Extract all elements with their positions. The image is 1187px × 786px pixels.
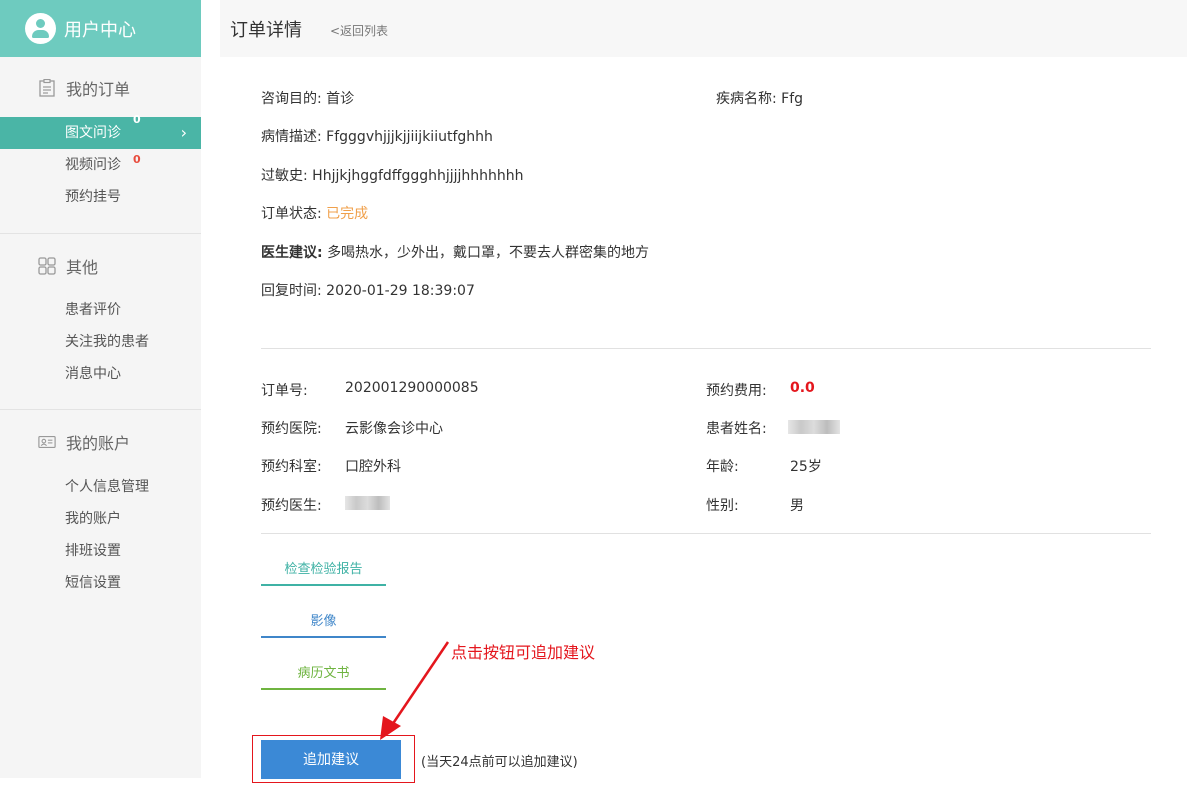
sidebar-item-messages[interactable]: 消息中心 [0,358,201,390]
group-my-orders[interactable]: 我的订单 [38,76,130,100]
field-label: 咨询目的: [261,91,322,107]
sidebar-item-following-patients[interactable]: 关注我的患者 [0,326,201,358]
sidebar-item-account[interactable]: 我的账户 [0,503,201,535]
sidebar-item-text-consult[interactable]: 图文问诊 0 › [0,113,201,149]
sidebar-item-profile[interactable]: 个人信息管理 [0,471,201,503]
id-card-icon [38,436,56,448]
sidebar-item-label: 我的账户 [65,511,121,527]
sidebar-item-video-consult[interactable]: 视频问诊 0 [0,149,201,181]
sidebar-item-label: 短信设置 [65,575,121,591]
field-label: 订单号: [261,383,308,399]
group-title-label: 我的订单 [66,80,131,99]
order-number-label: 订单号: [261,380,308,400]
add-advice-hint: (当天24点前可以追加建议) [421,755,578,770]
add-advice-button[interactable]: 追加建议 [261,740,401,779]
page-header: 订单详情 <返回列表 [220,0,1187,57]
fee-label: 预约费用: [706,383,767,399]
chevron-right-icon: › [180,123,187,142]
gender-value: 男 [790,498,804,514]
age-label: 年龄: [706,459,739,475]
status-badge: 已完成 [326,206,369,222]
tab-imaging[interactable]: 影像 [261,610,386,638]
sidebar-item-label: 关注我的患者 [65,334,149,350]
sidebar-header: 用户中心 [0,0,201,57]
field-label: 过敏史: [261,168,308,184]
disease-name: 疾病名称: Ffg [716,88,803,108]
department-label: 预约科室: [261,459,322,475]
field-label: 病情描述: [261,129,322,145]
field-value: Hhjjkjhggfdffggghhjjjjhhhhhhh [312,168,524,184]
fee-value: 0.0 [790,380,815,396]
field-value: Ffg [781,91,804,107]
gender-label: 性别: [706,498,739,514]
sidebar-item-patient-reviews[interactable]: 患者评价 [0,294,201,326]
tab-medical-records[interactable]: 病历文书 [261,662,386,690]
field-value: Ffgggvhjjjkjjiijkiiutfghhh [326,129,493,145]
annotation-arrow-icon [380,641,450,740]
user-avatar-icon [25,13,56,44]
section-divider [261,348,1151,349]
field-label: 医生建议: [261,245,323,261]
clipboard-icon [39,79,55,97]
consult-purpose: 咨询目的: 首诊 [261,88,354,108]
back-to-list-link[interactable]: <返回列表 [330,22,388,39]
patient-name-label: 患者姓名: [706,421,767,437]
sidebar-item-label: 患者评价 [65,302,121,318]
count-badge: 0 [133,153,141,166]
sidebar-item-label: 个人信息管理 [65,479,149,495]
page-title: 订单详情 [230,20,302,41]
allergy-history: 过敏史: Hhjjkjhggfdffggghhjjjjhhhhhhh [261,165,524,185]
grid-icon [38,257,56,275]
group-my-account[interactable]: 我的账户 [38,430,130,454]
order-status: 订单状态: 已完成 [261,203,368,223]
sidebar: 用户中心 我的订单 图文问诊 0 › 视频问诊 0 预约挂号 其他 患者评价 关… [0,0,201,778]
department-value: 口腔外科 [345,459,401,475]
age-value: 25岁 [790,459,822,475]
sidebar-item-label: 视频问诊 [65,157,121,173]
doctor-label: 预约医生: [261,498,322,514]
patient-name-redacted [788,420,840,434]
sidebar-item-sms[interactable]: 短信设置 [0,567,201,599]
field-value: 多喝热水，少外出，戴口罩，不要去人群密集的地方 [327,245,650,261]
group-other[interactable]: 其他 [38,254,98,278]
hospital-value: 云影像会诊中心 [345,421,443,437]
field-value: 2020-01-29 18:39:07 [326,283,475,299]
field-label: 疾病名称: [716,91,777,107]
sidebar-item-label: 预约挂号 [65,189,121,205]
sidebar-divider [0,233,201,234]
sidebar-item-schedule[interactable]: 排班设置 [0,535,201,567]
section-divider [261,533,1151,534]
annotation-text: 点击按钮可追加建议 [451,643,596,662]
group-title-label: 其他 [66,258,99,277]
sidebar-item-label: 排班设置 [65,543,121,559]
sidebar-divider [0,409,201,410]
order-number-value: 202001290000085 [345,380,479,396]
tab-exam-reports[interactable]: 检查检验报告 [261,558,386,586]
sidebar-item-label: 消息中心 [65,366,121,382]
doctor-advice: 医生建议: 多喝热水，少外出，戴口罩，不要去人群密集的地方 [261,242,649,262]
sidebar-item-label: 图文问诊 [65,125,121,141]
hospital-label: 预约医院: [261,421,322,437]
field-label: 回复时间: [261,283,322,299]
doctor-name-redacted [345,496,390,510]
reply-time: 回复时间: 2020-01-29 18:39:07 [261,280,475,300]
field-value: 首诊 [326,91,355,107]
condition-description: 病情描述: Ffgggvhjjjkjjiijkiiutfghhh [261,126,493,146]
count-badge: 0 [133,113,141,126]
field-label: 订单状态: [261,206,322,222]
sidebar-item-appointment[interactable]: 预约挂号 [0,181,201,213]
sidebar-title: 用户中心 [64,19,136,41]
group-title-label: 我的账户 [66,434,131,453]
